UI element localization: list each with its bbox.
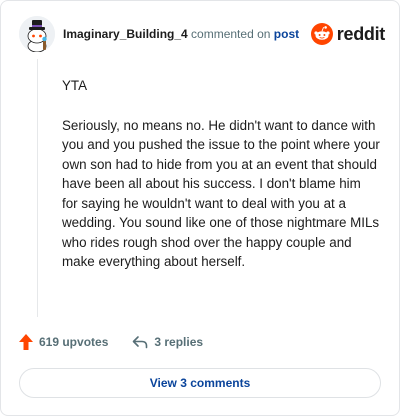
comment-header: Imaginary_Building_4 commented on post r… — [19, 15, 385, 53]
reply-count: 3 replies — [154, 335, 204, 349]
reddit-brand[interactable]: reddit — [310, 23, 386, 45]
comment-actions: 619 upvotes 3 replies — [19, 334, 203, 350]
post-link[interactable]: post — [274, 27, 299, 41]
upvote-button[interactable]: 619 upvotes — [19, 334, 108, 350]
comment-body: YTA Seriously, no means no. He didn't wa… — [62, 76, 380, 292]
reddit-logo-icon — [310, 23, 333, 45]
username-link[interactable]: Imaginary_Building_4 — [63, 27, 188, 41]
upvote-arrow-icon — [19, 334, 33, 350]
reddit-wordmark: reddit — [336, 23, 386, 44]
header-text: Imaginary_Building_4 commented on post — [63, 27, 299, 41]
upvote-count: 619 upvotes — [39, 335, 109, 349]
comment-paragraph: Seriously, no means no. He didn't want t… — [62, 117, 380, 270]
snoo-avatar-icon — [19, 16, 55, 53]
commented-on-label: commented on — [191, 27, 271, 41]
comment-paragraph: YTA — [62, 78, 88, 93]
comment-card: Imaginary_Building_4 commented on post r… — [0, 0, 400, 416]
user-avatar[interactable] — [19, 16, 55, 53]
replies-button[interactable]: 3 replies — [132, 335, 203, 349]
thread-line — [37, 59, 38, 317]
reply-arrow-icon — [133, 336, 148, 349]
view-comments-button[interactable]: View 3 comments — [19, 368, 381, 398]
